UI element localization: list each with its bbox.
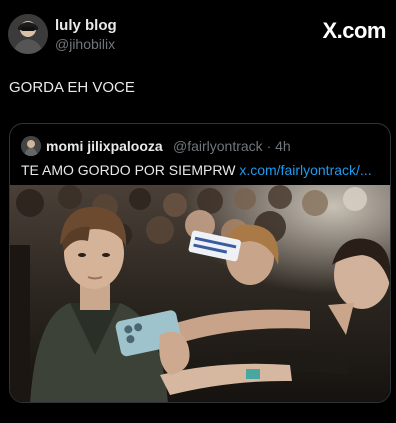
- avatar-photo-icon: [21, 136, 41, 156]
- tweet-header: luly blog @jihobilix X.com: [8, 14, 388, 58]
- author-handle[interactable]: @jihobilix: [55, 36, 115, 52]
- meta-separator: ·: [266, 138, 272, 154]
- quoted-tweet-card[interactable]: momi jilixpalooza @fairlyontrack · 4h TE…: [9, 123, 391, 403]
- concert-crowd-photo: [10, 185, 390, 402]
- quoted-tweet-body: TE AMO GORDO POR SIEMPRW: [21, 162, 236, 178]
- author-avatar[interactable]: [8, 14, 48, 54]
- tweet-screenshot: luly blog @jihobilix X.com GORDA EH VOCE…: [0, 0, 396, 423]
- quoted-tweet-photo[interactable]: [10, 185, 390, 402]
- quoted-tweet-meta: @fairlyontrack · 4h: [173, 138, 291, 154]
- quoted-tweet-header: momi jilixpalooza @fairlyontrack · 4h: [21, 136, 381, 156]
- brand-logo: X.com: [322, 18, 386, 43]
- avatar-photo-icon: [8, 14, 48, 54]
- tweet-text: GORDA EH VOCE: [9, 79, 135, 96]
- quoted-tweet-text: TE AMO GORDO POR SIEMPRW x.com/fairlyont…: [21, 162, 381, 178]
- quoted-author-avatar[interactable]: [21, 136, 41, 156]
- quoted-tweet-link[interactable]: x.com/fairlyontrack/...: [239, 162, 371, 178]
- quoted-tweet-time[interactable]: 4h: [275, 138, 291, 154]
- quoted-author-handle[interactable]: @fairlyontrack: [173, 138, 263, 154]
- quoted-author-display-name[interactable]: momi jilixpalooza: [46, 138, 163, 154]
- author-display-name[interactable]: luly blog: [55, 17, 117, 34]
